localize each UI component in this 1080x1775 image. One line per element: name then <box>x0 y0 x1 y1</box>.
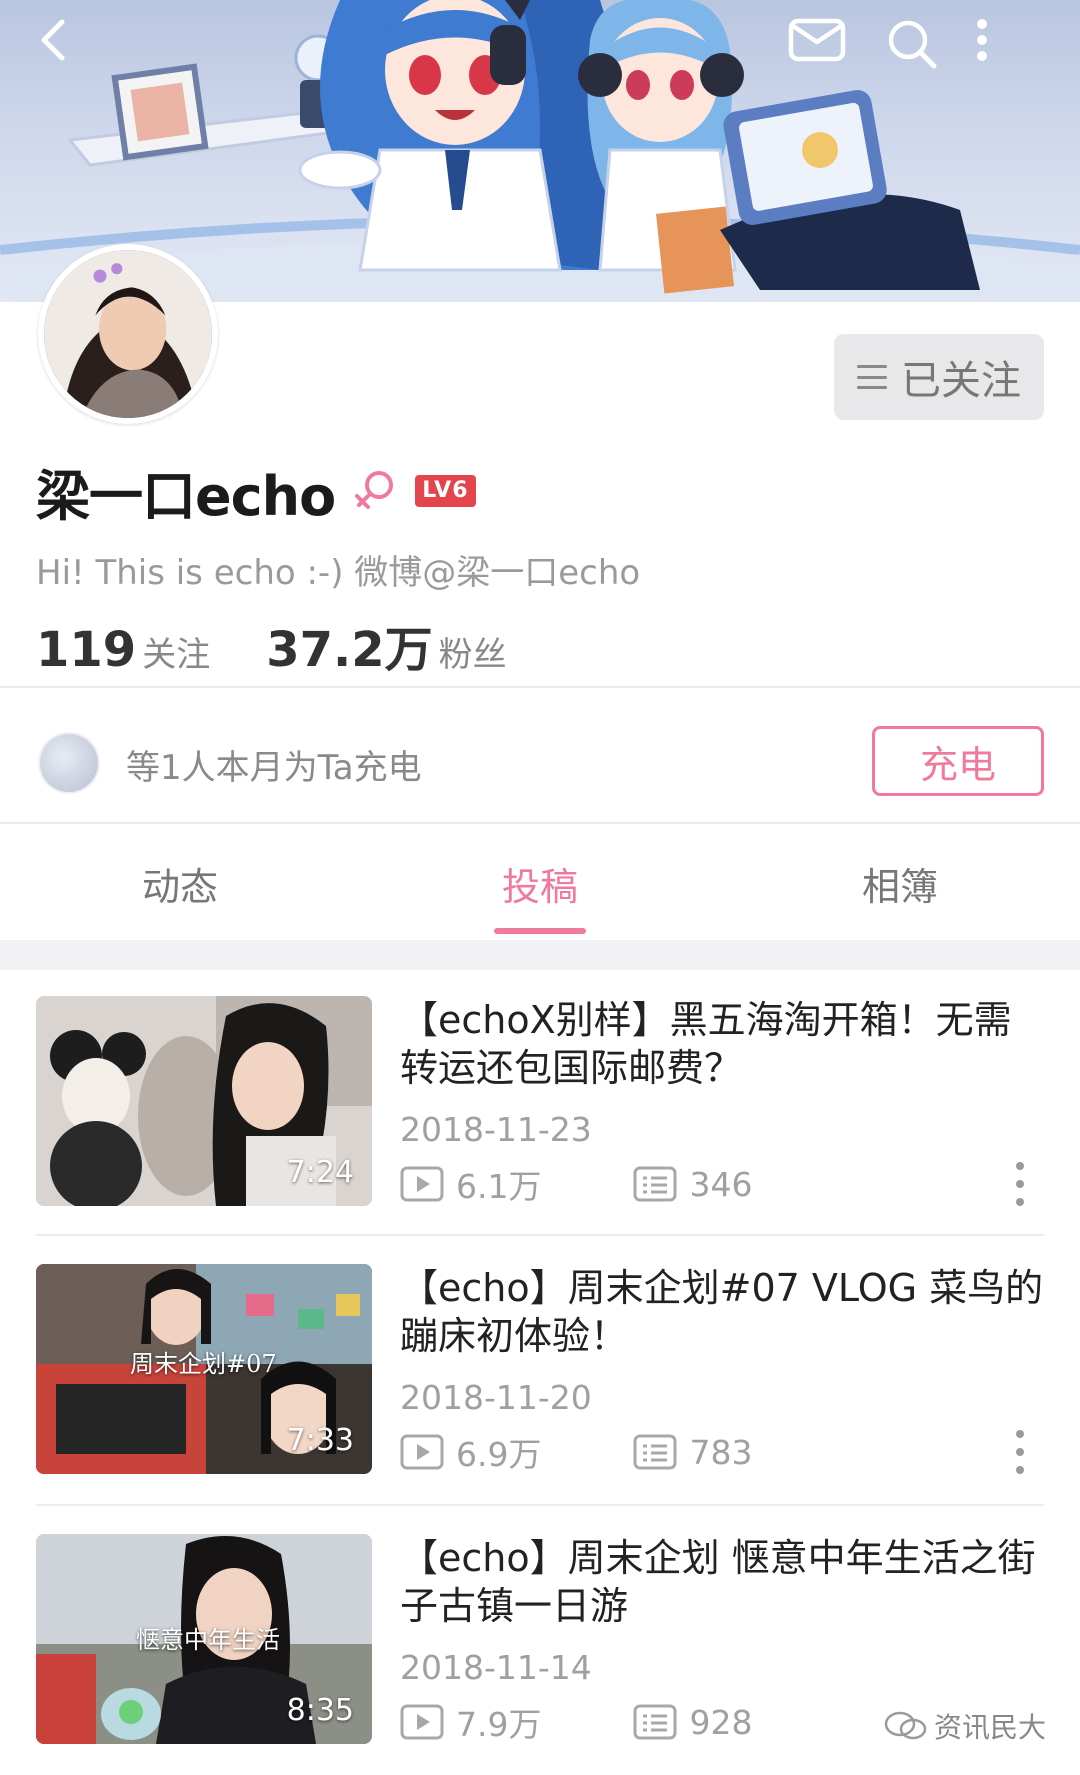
charge-button[interactable]: 充电 <box>872 726 1044 796</box>
thumbnail-caption: 周末企划#07 <box>130 1350 277 1378</box>
comment-count: 346 <box>689 1164 753 1204</box>
section-separator <box>0 940 1080 970</box>
followers-label[interactable]: 粉丝 <box>439 627 507 676</box>
play-count-icon <box>400 1434 444 1470</box>
video-title[interactable]: 【echo】周末企划 惬意中年生活之街子古镇一日游 <box>400 1534 1048 1630</box>
following-count[interactable]: 119 <box>36 622 136 678</box>
tab-uploads[interactable]: 投稿 <box>360 826 720 940</box>
watermark: 资讯民大 <box>884 1706 1046 1746</box>
search-icon <box>888 20 937 69</box>
followed-button[interactable]: 已关注 <box>834 334 1044 420</box>
video-duration: 7:24 <box>286 1155 354 1190</box>
view-count: 6.1万 <box>456 1167 542 1206</box>
chevron-left-icon <box>41 19 65 61</box>
video-stats: 7.9万 928 <box>400 1698 752 1746</box>
username: 梁一口echo <box>36 464 336 528</box>
video-title[interactable]: 【echo】周末企划#07 VLOG 菜鸟的蹦床初体验！ <box>400 1264 1048 1360</box>
video-date: 2018-11-14 <box>400 1648 592 1687</box>
charge-info-text[interactable]: 等1人本月为Ta充电 <box>126 740 422 789</box>
video-more-button[interactable] <box>1004 1156 1036 1212</box>
following-label[interactable]: 关注 <box>142 627 210 676</box>
username-row: 梁一口echo LV6 <box>36 456 476 528</box>
danmaku-count-icon <box>633 1704 677 1740</box>
user-avatar[interactable] <box>38 244 218 424</box>
play-count-icon <box>400 1704 444 1740</box>
view-count: 6.9万 <box>456 1435 542 1474</box>
charger-avatar[interactable] <box>38 732 100 794</box>
divider <box>0 822 1080 824</box>
danmaku-count-icon <box>633 1434 677 1470</box>
video-stats: 6.1万 346 <box>400 1160 752 1208</box>
video-list-item[interactable]: 周末企划#07 7:33 【echo】周末企划#07 VLOG 菜鸟的蹦床初体验… <box>0 1264 1080 1532</box>
followed-button-label: 已关注 <box>901 358 1021 404</box>
followers-count[interactable]: 37.2万 <box>266 610 432 680</box>
divider <box>36 1504 1044 1506</box>
avatar-photo <box>44 250 212 418</box>
more-options-button[interactable] <box>976 18 1048 90</box>
tab-label: 相簿 <box>861 864 938 909</box>
video-more-button[interactable] <box>1004 1424 1036 1480</box>
watermark-text: 资讯民大 <box>934 1711 1047 1744</box>
wechat-icon <box>884 1711 927 1740</box>
video-date: 2018-11-20 <box>400 1378 592 1417</box>
video-list-item[interactable]: 7:24 【echoX别样】黑五海淘开箱！无需转运还包国际邮费？ 2018-11… <box>0 996 1080 1264</box>
user-stats: 119 关注 37.2万 粉丝 <box>36 610 507 680</box>
tab-albums[interactable]: 相簿 <box>720 826 1080 940</box>
level-badge: LV6 <box>415 474 476 508</box>
danmaku-count-icon <box>633 1166 677 1202</box>
menu-icon <box>857 365 887 389</box>
tab-label: 投稿 <box>501 864 578 909</box>
thumbnail-caption: 惬意中年生活 <box>136 1626 280 1654</box>
female-icon <box>355 471 394 509</box>
video-title[interactable]: 【echoX别样】黑五海淘开箱！无需转运还包国际邮费？ <box>400 996 1048 1092</box>
video-duration: 8:35 <box>286 1693 354 1728</box>
back-button[interactable] <box>32 18 104 90</box>
video-thumbnail[interactable]: 周末企划#07 7:33 <box>36 1264 372 1474</box>
tab-dynamics[interactable]: 动态 <box>0 826 360 940</box>
vertical-dots-icon <box>977 19 987 61</box>
divider <box>36 1234 1044 1236</box>
tab-label: 动态 <box>141 864 218 909</box>
video-duration: 7:33 <box>286 1423 354 1458</box>
video-thumbnail[interactable]: 惬意中年生活 8:35 <box>36 1534 372 1744</box>
divider <box>0 686 1080 688</box>
search-button[interactable] <box>886 18 958 90</box>
user-bio: Hi! This is echo :-) 微博@梁一口echo <box>36 553 641 593</box>
message-button[interactable] <box>788 18 860 90</box>
video-date: 2018-11-23 <box>400 1110 592 1149</box>
comment-count: 783 <box>689 1432 753 1472</box>
mail-icon <box>788 18 846 62</box>
video-stats: 6.9万 783 <box>400 1428 752 1476</box>
profile-tabs: 动态 投稿 相簿 <box>0 826 1080 940</box>
comment-count: 928 <box>689 1702 753 1742</box>
video-thumbnail[interactable]: 7:24 <box>36 996 372 1206</box>
play-count-icon <box>400 1166 444 1202</box>
active-tab-indicator <box>494 928 586 934</box>
view-count: 7.9万 <box>456 1705 542 1744</box>
